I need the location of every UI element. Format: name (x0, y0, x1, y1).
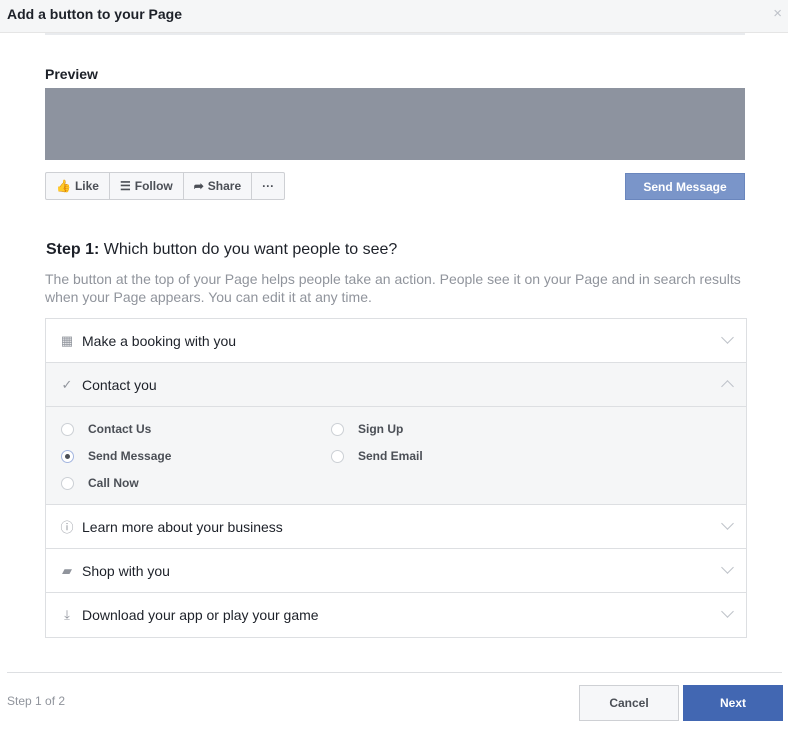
share-icon: ➦ (193, 179, 204, 193)
chevron-up-icon (721, 380, 734, 393)
category-label: Shop with you (82, 562, 170, 579)
divider (45, 33, 745, 35)
step-question: Which button do you want people to see? (99, 241, 398, 258)
category-contact[interactable]: ✓ Contact you (46, 363, 746, 407)
radio[interactable] (61, 476, 74, 490)
category-label: Contact you (82, 376, 157, 393)
more-button[interactable]: ··· (252, 173, 284, 199)
shopping-bag-icon: ▰ (62, 562, 72, 578)
step-prefix: Step 1: (46, 241, 100, 258)
calendar-icon: ▦ (60, 332, 74, 348)
info-icon: ⓘ (60, 520, 74, 535)
cancel-button[interactable]: Cancel (579, 685, 679, 721)
like-label: Like (74, 179, 99, 193)
chevron-down-icon (721, 605, 734, 618)
like-button[interactable]: 👍 Like (46, 173, 110, 199)
radio-selected[interactable] (61, 449, 74, 463)
chevron-down-icon (721, 517, 734, 530)
chevron-down-icon (721, 331, 734, 344)
follow-label: Follow (134, 179, 173, 193)
option-send-message[interactable]: Send Message (61, 449, 171, 463)
cover-photo-placeholder (45, 88, 745, 160)
close-icon[interactable]: × (773, 5, 782, 22)
radio[interactable] (331, 449, 344, 463)
footer-divider (7, 672, 782, 673)
send-message-preview-button: Send Message (625, 173, 745, 200)
button-category-list: ▦ Make a booking with you ✓ Contact you Co… (45, 318, 747, 638)
next-button[interactable]: Next (683, 685, 783, 721)
category-label: Learn more about your business (82, 518, 283, 535)
dialog-header: Add a button to your Page × (0, 0, 788, 33)
category-download[interactable]: ⤓ Download your app or play your game (46, 593, 746, 637)
share-label: Share (207, 179, 242, 193)
download-icon: ⤓ (64, 607, 70, 622)
dialog-title: Add a button to your Page (7, 6, 182, 22)
option-send-email[interactable]: Send Email (331, 449, 423, 463)
page-action-bar: 👍 Like ☰ Follow ➦ Share ··· (45, 172, 286, 200)
option-call-now[interactable]: Call Now (61, 476, 139, 490)
step-counter: Step 1 of 2 (7, 694, 66, 708)
preview-label: Preview (45, 66, 98, 82)
check-icon: ✓ (61, 376, 73, 392)
option-label: Contact Us (88, 422, 152, 436)
option-label: Sign Up (358, 422, 404, 436)
category-label: Make a booking with you (82, 332, 237, 349)
category-shop[interactable]: ▰ Shop with you (46, 549, 746, 593)
option-contact-us[interactable]: Contact Us (61, 422, 151, 436)
option-label: Call Now (88, 476, 139, 490)
chevron-down-icon (721, 561, 734, 574)
category-label: Download your app or play your game (82, 607, 319, 623)
option-label: Send Message (88, 449, 172, 463)
share-button[interactable]: ➦ Share (184, 173, 253, 199)
radio[interactable] (61, 422, 74, 436)
follow-button[interactable]: ☰ Follow (110, 173, 184, 199)
option-label: Send Email (358, 449, 423, 463)
category-booking[interactable]: ▦ Make a booking with you (46, 319, 746, 363)
step-description: The button at the top of your Page helps… (45, 271, 741, 305)
rss-icon: ☰ (119, 179, 131, 193)
option-sign-up[interactable]: Sign Up (331, 422, 403, 436)
radio[interactable] (331, 422, 344, 436)
step-heading: Step 1: Which button do you want people … (46, 241, 397, 259)
contact-options: Contact Us Send Message Call Now Sign Up… (46, 407, 746, 505)
thumbs-up-icon: 👍 (56, 179, 71, 193)
category-learn-more[interactable]: ⓘ Learn more about your business (46, 505, 746, 549)
